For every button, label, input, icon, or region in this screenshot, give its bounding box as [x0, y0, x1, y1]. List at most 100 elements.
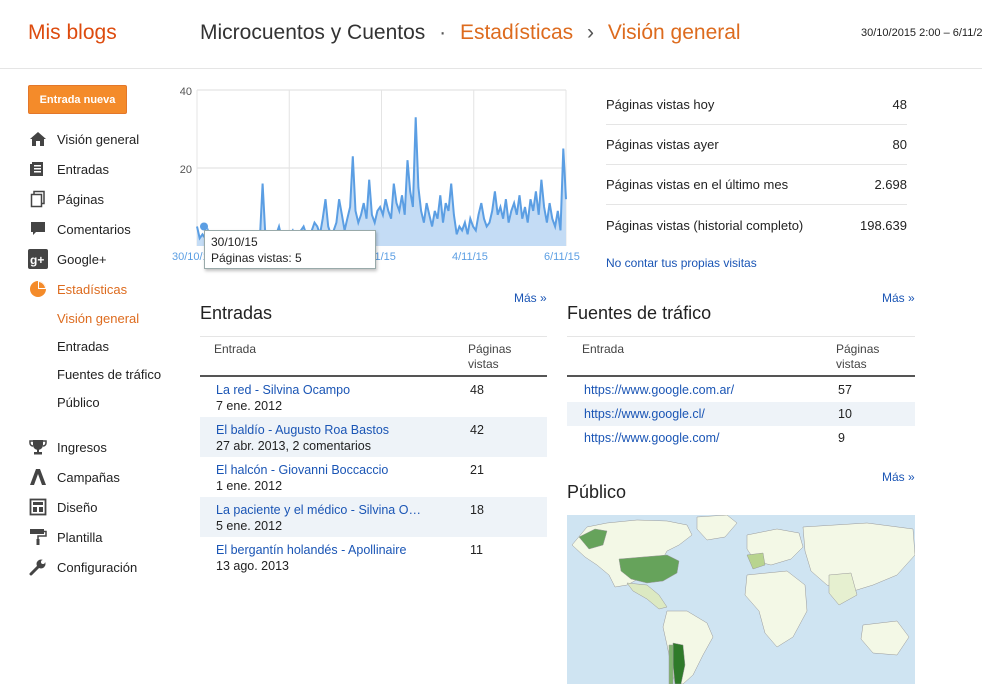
subnav-audience[interactable]: Público	[57, 395, 100, 410]
world-map[interactable]	[567, 515, 915, 684]
table-row: https://www.google.com/ 9	[567, 426, 915, 450]
breadcrumb-chevron: ›	[587, 21, 595, 44]
world-map-graphic	[571, 515, 915, 684]
table-row: https://www.google.com.ar/ 57	[567, 378, 915, 402]
traffic-views: 57	[838, 383, 852, 397]
post-views: 48	[470, 383, 484, 397]
sidebar-item-label: Visión general	[57, 131, 140, 147]
campaigns-icon	[28, 467, 48, 487]
trophy-icon	[28, 437, 48, 457]
table-row: La paciente y el médico - Silvina O… 5 e…	[200, 497, 547, 537]
table-header-rule	[200, 375, 547, 377]
traffic-views: 9	[838, 431, 845, 445]
traffic-source-link[interactable]: https://www.google.com/	[584, 430, 719, 446]
date-range: 30/10/2015 2:00 – 6/11/2015	[861, 27, 982, 39]
sidebar-item-label: Estadísticas	[57, 281, 128, 297]
stats-pie-icon	[28, 279, 48, 299]
post-views: 42	[470, 423, 484, 437]
traffic-views: 10	[838, 407, 852, 421]
google-plus-icon: g+	[28, 249, 48, 269]
header: Mis blogs Microcuentos y Cuentos · Estad…	[0, 0, 982, 69]
sidebar-item-template[interactable]: Plantilla	[28, 525, 103, 549]
post-title-link[interactable]: La paciente y el médico - Silvina O…	[216, 502, 421, 518]
sidebar-item-comments[interactable]: Comentarios	[28, 217, 131, 241]
my-blogs-link[interactable]: Mis blogs	[28, 21, 117, 45]
posts-more-link[interactable]: Más »	[514, 291, 547, 305]
dont-track-own-visits-link[interactable]: No contar tus propias visitas	[606, 256, 757, 270]
traffic-more-link[interactable]: Más »	[882, 291, 915, 305]
table-row: La red - Silvina Ocampo 7 ene. 2012 48	[200, 378, 547, 417]
stat-row: Páginas vistas en el último mes 2.698	[606, 165, 907, 205]
traffic-source-link[interactable]: https://www.google.cl/	[584, 406, 705, 422]
tooltip-date: 30/10/15	[211, 235, 258, 249]
new-post-button[interactable]: Entrada nueva	[28, 85, 127, 114]
stat-row: Páginas vistas hoy 48	[606, 85, 907, 125]
stat-label: Páginas vistas hoy	[606, 97, 715, 112]
stat-value: 2.698	[874, 177, 907, 192]
pageview-stats: Páginas vistas hoy 48 Páginas vistas ayer…	[606, 85, 907, 245]
stat-label: Páginas vistas ayer	[606, 137, 719, 152]
blog-name[interactable]: Microcuentos y Cuentos	[200, 21, 425, 44]
sidebar-item-label: Campañas	[57, 469, 120, 485]
y-tick-label: 40	[180, 86, 192, 98]
x-tick-label: 4/11/15	[452, 251, 488, 263]
sidebar-item-label: Google+	[57, 251, 107, 267]
layout-icon	[28, 497, 48, 517]
divider	[200, 336, 547, 337]
sidebar-item-layout[interactable]: Diseño	[28, 495, 97, 519]
subnav-overview[interactable]: Visión general	[57, 311, 139, 326]
posts-icon	[28, 159, 48, 179]
sidebar-item-campaigns[interactable]: Campañas	[28, 465, 120, 489]
chart-tooltip: 30/10/15 Páginas vistas: 5	[204, 230, 376, 269]
sidebar-item-label: Diseño	[57, 499, 98, 515]
stat-row: Páginas vistas ayer 80	[606, 125, 907, 165]
post-meta: 27 abr. 2013, 2 comentarios	[216, 439, 371, 453]
svg-text:g+: g+	[30, 253, 44, 267]
table-row: https://www.google.cl/ 10	[567, 402, 915, 426]
traffic-col-entry: Entrada	[582, 342, 625, 356]
sidebar-item-label: Entradas	[57, 161, 110, 177]
breadcrumb-overview: Visión general	[607, 21, 741, 44]
comments-icon	[28, 219, 48, 239]
post-title-link[interactable]: La red - Silvina Ocampo	[216, 382, 350, 398]
breadcrumb-separator: ·	[439, 21, 447, 44]
posts-panel-title: Entradas	[200, 303, 273, 323]
sidebar-item-google-plus[interactable]: g+ Google+	[28, 247, 107, 271]
post-title-link[interactable]: El halcón - Giovanni Boccaccio	[216, 462, 388, 478]
traffic-source-link[interactable]: https://www.google.com.ar/	[584, 382, 734, 398]
post-meta: 1 ene. 2012	[216, 479, 283, 493]
audience-panel-title: Público	[567, 482, 627, 502]
post-views: 21	[470, 463, 484, 477]
sidebar-item-settings[interactable]: Configuración	[28, 555, 137, 579]
stat-value: 80	[892, 137, 907, 152]
sidebar-item-label: Plantilla	[57, 529, 103, 545]
x-tick-label: 6/11/15	[544, 251, 580, 263]
sidebar-item-label: Configuración	[57, 559, 138, 575]
breadcrumb-stats[interactable]: Estadísticas	[460, 21, 573, 44]
stat-row: Páginas vistas (historial completo) 198.6…	[606, 205, 907, 245]
stat-label: Páginas vistas (historial completo)	[606, 217, 804, 233]
post-views: 18	[470, 503, 484, 517]
table-row: El baldío - Augusto Roa Bastos 27 abr. 2…	[200, 417, 547, 457]
audience-more-link[interactable]: Más »	[882, 470, 915, 484]
table-row: El halcón - Giovanni Boccaccio 1 ene. 20…	[200, 457, 547, 497]
y-tick-label: 20	[180, 164, 192, 176]
subnav-posts[interactable]: Entradas	[57, 339, 109, 354]
paint-roller-icon	[28, 527, 48, 547]
sidebar-item-pages[interactable]: Páginas	[28, 187, 104, 211]
posts-col-entry: Entrada	[214, 342, 257, 356]
subnav-traffic-sources[interactable]: Fuentes de tráfico	[57, 367, 161, 382]
sidebar-item-posts[interactable]: Entradas	[28, 157, 109, 181]
post-meta: 13 ago. 2013	[216, 559, 289, 573]
post-title-link[interactable]: El bergantín holandés - Apollinaire	[216, 542, 406, 558]
traffic-col-views: Páginas vistas	[836, 342, 880, 371]
post-title-link[interactable]: El baldío - Augusto Roa Bastos	[216, 422, 389, 438]
sidebar-item-label: Comentarios	[57, 221, 131, 237]
sidebar-item-earnings[interactable]: Ingresos	[28, 435, 107, 459]
stat-value: 198.639	[860, 217, 907, 233]
sidebar-item-stats[interactable]: Estadísticas	[28, 277, 127, 301]
tooltip-value: Páginas vistas: 5	[211, 251, 302, 265]
sidebar-item-label: Páginas	[57, 191, 104, 207]
sidebar-item-overview[interactable]: Visión general	[28, 127, 139, 151]
traffic-panel-title: Fuentes de tráfico	[567, 303, 712, 323]
